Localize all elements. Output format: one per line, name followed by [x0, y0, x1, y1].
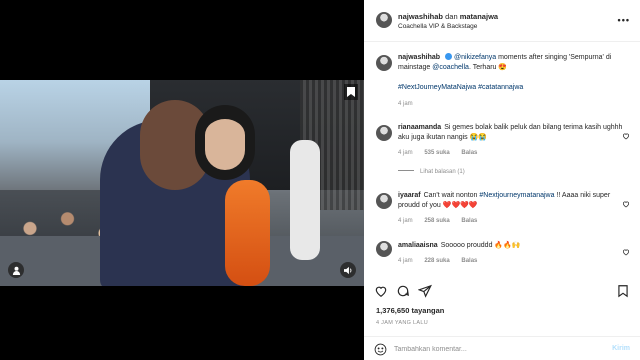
- commenter-avatar[interactable]: [376, 193, 392, 209]
- more-options-icon[interactable]: •••: [618, 15, 630, 25]
- comment-user[interactable]: amaliaaisna: [398, 242, 438, 249]
- replies-dash: [398, 170, 414, 171]
- comment-likes[interactable]: 228 suka: [424, 258, 449, 264]
- verified-badge-icon: [445, 53, 453, 60]
- author-joiner: dan: [445, 12, 458, 21]
- caption-text: najwashihab @nikizefanya moments after si…: [398, 53, 623, 73]
- post-date: 4 JAM YANG LALU: [376, 320, 428, 326]
- video-hug-arm: [225, 180, 270, 286]
- like-heart-icon[interactable]: [374, 284, 388, 298]
- coauthor-link[interactable]: matanajwa: [460, 12, 498, 21]
- bookmark-icon[interactable]: [344, 84, 358, 100]
- comment-hashtag[interactable]: #Nextjourneymatanajwa: [479, 192, 554, 199]
- comment-meta: 4 jam 258 suka Balas: [398, 218, 487, 224]
- post-comment-button[interactable]: Kirim: [612, 345, 630, 352]
- share-paper-plane-icon[interactable]: [417, 284, 432, 298]
- comment-time: 4 jam: [398, 218, 413, 224]
- comment-body: Sooooo prouddd 🔥🔥🙌: [440, 242, 521, 249]
- media-panel: [0, 0, 364, 360]
- author-avatar[interactable]: [376, 12, 392, 28]
- comment-time: 4 jam: [398, 150, 413, 156]
- sound-icon[interactable]: [340, 262, 356, 278]
- comment-text: rianaamanda Si gemes bolak balik peluk da…: [398, 123, 623, 143]
- like-comment-heart-icon[interactable]: [622, 195, 630, 208]
- comment-input[interactable]: [394, 342, 584, 356]
- comments-list: najwashihab @nikizefanya moments after si…: [364, 43, 640, 273]
- post-video[interactable]: [0, 80, 364, 286]
- comment-text: amaliaaisna Sooooo prouddd 🔥🔥🙌: [398, 241, 623, 251]
- view-replies-label: Lihat balasan (1): [420, 169, 465, 175]
- caption-hashtags[interactable]: #NextJourneyMataNajwa #catatannajwa: [398, 83, 623, 93]
- save-bookmark-icon[interactable]: [616, 284, 630, 298]
- post-header: najwashihab dan matanajwa Coachella VIP …: [364, 0, 640, 42]
- post-actions: [364, 280, 640, 300]
- comment-user[interactable]: iyaaraf: [398, 192, 421, 199]
- emoji-icon[interactable]: [374, 343, 387, 356]
- caption-user[interactable]: najwashihab: [398, 54, 440, 61]
- comment-composer: Kirim: [364, 336, 640, 360]
- reply-button[interactable]: Balas: [461, 150, 477, 156]
- comment-time: 4 jam: [398, 258, 413, 264]
- comment-body: Can't wait nonton: [423, 192, 480, 199]
- comment-bubble-icon[interactable]: [396, 284, 410, 298]
- caption-avatar[interactable]: [376, 55, 392, 71]
- like-comment-heart-icon[interactable]: [622, 127, 630, 140]
- comment-text: iyaaraf Can't wait nonton #Nextjourneymat…: [398, 191, 623, 211]
- post-panel: najwashihab dan matanajwa Coachella VIP …: [364, 0, 640, 360]
- caption-mention[interactable]: @nikizefanya: [454, 54, 496, 61]
- post-authors: najwashihab dan matanajwa: [398, 12, 498, 21]
- view-count: 1,376,650 tayangan: [376, 306, 445, 315]
- view-replies-button[interactable]: Lihat balasan (1): [398, 169, 465, 175]
- commenter-avatar[interactable]: [376, 125, 392, 141]
- reply-button[interactable]: Balas: [461, 218, 477, 224]
- video-hug-head-front: [195, 105, 255, 180]
- caption-time: 4 jam: [398, 101, 413, 107]
- comment-likes[interactable]: 258 suka: [424, 218, 449, 224]
- comment-user[interactable]: rianaamanda: [398, 124, 441, 131]
- comment-likes[interactable]: 535 suka: [424, 150, 449, 156]
- like-comment-heart-icon[interactable]: [622, 243, 630, 256]
- user-icon[interactable]: [8, 262, 24, 278]
- caption-mention[interactable]: @coachella: [432, 64, 469, 71]
- comment-meta: 4 jam 228 suka Balas: [398, 258, 487, 264]
- commenter-avatar[interactable]: [376, 241, 392, 257]
- caption-text-part: . Terharu 😍: [468, 64, 508, 71]
- author-link[interactable]: najwashihab: [398, 12, 443, 21]
- video-person-bg: [290, 140, 320, 260]
- post-location[interactable]: Coachella VIP & Backstage: [398, 23, 477, 30]
- comment-meta: 4 jam 535 suka Balas: [398, 150, 487, 156]
- reply-button[interactable]: Balas: [461, 258, 477, 264]
